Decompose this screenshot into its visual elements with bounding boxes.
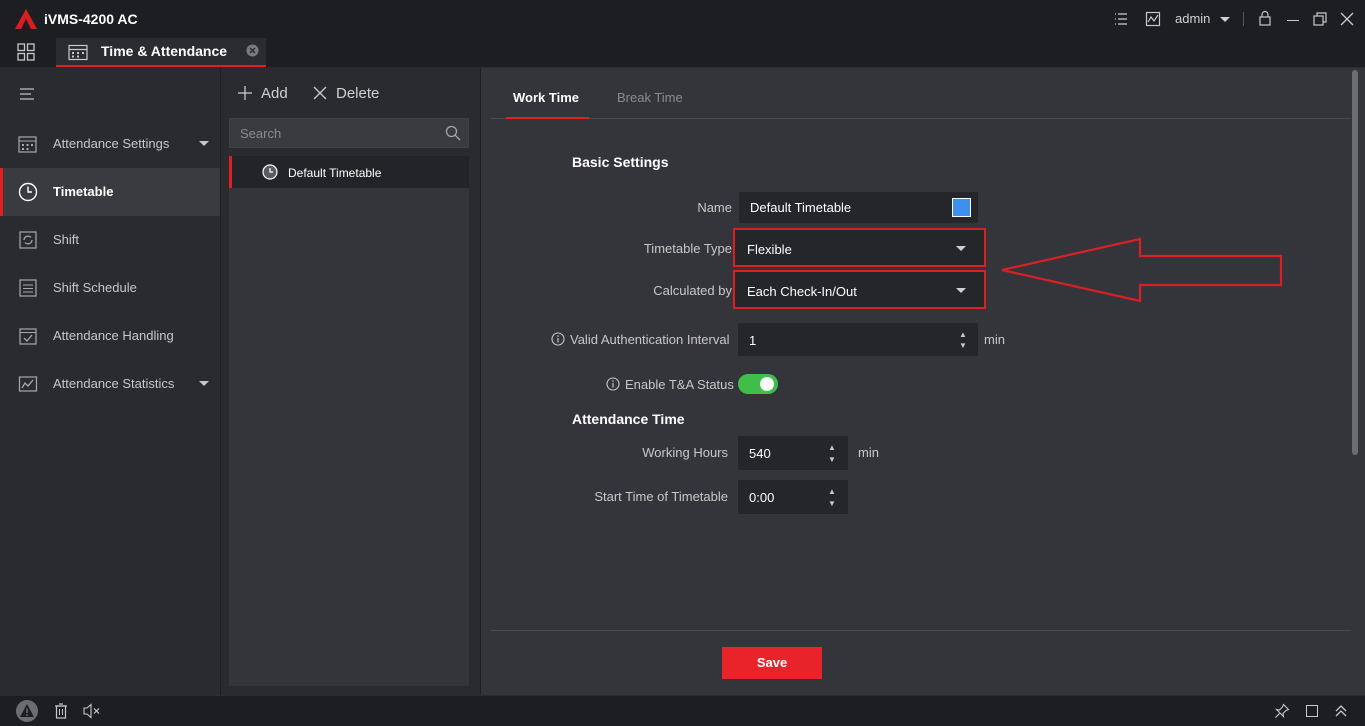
app-title: iVMS-4200 AC	[44, 11, 138, 27]
search-placeholder: Search	[240, 126, 282, 141]
tab-break-time[interactable]: Break Time	[617, 90, 683, 105]
color-picker-swatch[interactable]	[952, 198, 971, 217]
nav-label: Attendance Settings	[53, 136, 170, 151]
clock-icon	[262, 164, 278, 180]
stepper-up-icon[interactable]: ▲	[827, 487, 837, 496]
annotation-arrow-icon	[1001, 237, 1283, 303]
nav-label: Shift	[53, 232, 80, 247]
monitor-chart-icon[interactable]	[1145, 11, 1161, 27]
dropdown-caret-icon[interactable]	[956, 288, 966, 293]
info-icon[interactable]	[551, 332, 565, 346]
handling-check-icon	[19, 328, 37, 345]
add-icon[interactable]	[237, 85, 253, 101]
delete-icon[interactable]	[313, 86, 327, 100]
fullscreen-icon[interactable]	[1306, 705, 1318, 717]
user-name[interactable]: admin	[1175, 11, 1210, 26]
nav-label: Attendance Statistics	[53, 376, 175, 391]
timetable-type-label: Timetable Type	[643, 241, 732, 256]
expand-caret-icon	[199, 381, 209, 386]
user-caret-icon[interactable]	[1220, 17, 1230, 22]
save-button[interactable]: Save	[722, 647, 822, 679]
nav-label: Timetable	[53, 184, 114, 199]
stepper-down-icon[interactable]: ▼	[958, 341, 968, 350]
start-time-label: Start Time of Timetable	[594, 489, 728, 504]
minimize-icon[interactable]	[1287, 20, 1299, 22]
tab-work-time[interactable]: Work Time	[513, 90, 579, 105]
timetable-list	[229, 156, 469, 686]
nav-item-attendance-statistics[interactable]: Attendance Statistics	[0, 360, 220, 408]
ta-status-toggle[interactable]	[738, 374, 778, 394]
search-icon[interactable]	[445, 125, 461, 141]
valid-interval-input[interactable]	[738, 323, 978, 356]
stepper-down-icon[interactable]: ▼	[827, 499, 837, 508]
calendar-icon	[68, 44, 88, 61]
working-hours-unit: min	[858, 445, 879, 460]
valid-interval-label: Valid Authentication Interval	[570, 332, 730, 347]
alarm-warning-icon[interactable]	[15, 699, 39, 723]
close-icon[interactable]	[1340, 12, 1354, 26]
divider	[1243, 12, 1244, 26]
basic-settings-title: Basic Settings	[572, 154, 669, 170]
status-bar	[0, 695, 1365, 726]
shift-icon	[19, 231, 37, 249]
ta-status-label: Enable T&A Status	[625, 377, 734, 392]
tab-close-icon[interactable]	[246, 44, 259, 57]
info-icon[interactable]	[606, 377, 620, 391]
nav-label: Shift Schedule	[53, 280, 137, 295]
statistics-chart-icon	[18, 376, 38, 392]
schedule-icon	[19, 279, 37, 297]
clock-icon	[18, 182, 38, 202]
settings-calendar-icon	[18, 136, 37, 153]
add-button[interactable]: Add	[261, 85, 288, 102]
nav-item-attendance-settings[interactable]: Attendance Settings	[0, 120, 220, 168]
delete-button[interactable]: Delete	[336, 85, 379, 102]
name-value: Default Timetable	[750, 200, 852, 215]
tabs-divider	[491, 118, 1351, 119]
dropdown-caret-icon[interactable]	[956, 246, 966, 251]
calculated-by-label: Calculated by	[653, 283, 732, 298]
ivms-logo-icon	[15, 9, 37, 29]
calculated-by-value: Each Check-In/Out	[747, 284, 857, 299]
list-menu-icon[interactable]	[1113, 11, 1129, 27]
nav-item-timetable[interactable]: Timetable	[0, 168, 220, 216]
restore-icon[interactable]	[1313, 12, 1327, 26]
working-hours-value: 540	[749, 446, 771, 461]
timetable-type-value: Flexible	[747, 242, 792, 257]
active-tab-indicator	[506, 117, 589, 119]
scrollbar[interactable]	[1352, 70, 1358, 455]
working-hours-label: Working Hours	[642, 445, 728, 460]
name-label: Name	[697, 200, 732, 215]
toggle-knob	[760, 377, 774, 391]
valid-interval-unit: min	[984, 332, 1005, 347]
expand-caret-icon	[199, 141, 209, 146]
collapse-menu-icon[interactable]	[19, 88, 35, 100]
nav-label: Attendance Handling	[53, 328, 174, 343]
tab-label: Time & Attendance	[101, 43, 228, 59]
attendance-time-title: Attendance Time	[572, 411, 685, 427]
trash-icon[interactable]	[54, 703, 68, 719]
collapse-up-icon[interactable]	[1334, 703, 1348, 719]
start-time-value: 0:00	[749, 490, 775, 505]
module-grid-icon[interactable]	[17, 43, 35, 61]
nav-item-shift[interactable]: Shift	[0, 216, 220, 264]
mute-icon[interactable]	[83, 703, 101, 719]
nav-item-attendance-handling[interactable]: Attendance Handling	[0, 312, 220, 360]
pin-icon[interactable]	[1274, 703, 1290, 719]
stepper-down-icon[interactable]: ▼	[827, 455, 837, 464]
list-item-label: Default Timetable	[288, 166, 382, 180]
stepper-up-icon[interactable]: ▲	[827, 443, 837, 452]
footer-divider	[491, 630, 1351, 631]
lock-icon[interactable]	[1257, 10, 1273, 27]
nav-item-shift-schedule[interactable]: Shift Schedule	[0, 264, 220, 312]
stepper-up-icon[interactable]: ▲	[958, 330, 968, 339]
valid-interval-value: 1	[749, 333, 757, 348]
